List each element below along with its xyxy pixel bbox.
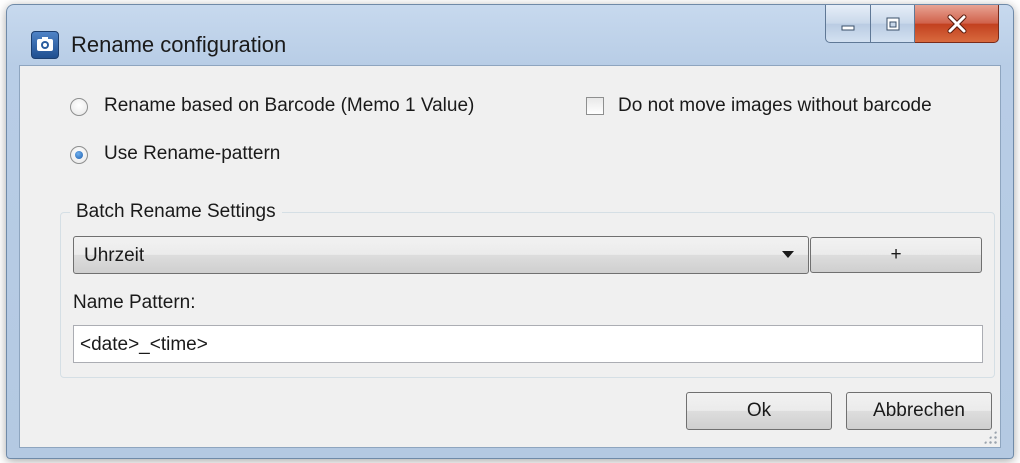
name-pattern-input[interactable]: <date>_<time> xyxy=(73,325,983,363)
dialog-client-area: Rename based on Barcode (Memo 1 Value) D… xyxy=(19,65,1001,448)
preset-dropdown[interactable]: Uhrzeit xyxy=(73,236,809,274)
maximize-button[interactable] xyxy=(871,5,915,43)
no-move-checkbox[interactable] xyxy=(586,97,604,115)
use-pattern-radio[interactable] xyxy=(70,146,88,164)
cancel-button[interactable]: Abbrechen xyxy=(846,392,992,430)
rename-barcode-radio[interactable] xyxy=(70,98,88,116)
no-move-label[interactable]: Do not move images without barcode xyxy=(618,95,932,117)
title-bar[interactable]: Rename configuration xyxy=(7,5,1013,65)
use-pattern-label[interactable]: Use Rename-pattern xyxy=(104,143,280,165)
caption-buttons xyxy=(825,5,999,45)
window-title: Rename configuration xyxy=(71,32,287,57)
rename-barcode-label[interactable]: Rename based on Barcode (Memo 1 Value) xyxy=(104,95,474,117)
minimize-icon xyxy=(841,25,855,30)
close-icon xyxy=(947,14,966,33)
app-icon[interactable] xyxy=(31,31,59,59)
preset-dropdown-value: Uhrzeit xyxy=(84,245,145,266)
add-preset-button[interactable]: + xyxy=(810,237,982,273)
dialog-window: Rename configuration Rename based on Bar… xyxy=(6,4,1014,459)
name-pattern-value: <date>_<time> xyxy=(80,334,208,355)
name-pattern-label: Name Pattern: xyxy=(73,292,196,313)
minimize-button[interactable] xyxy=(825,5,871,43)
maximize-icon xyxy=(886,17,899,30)
close-button[interactable] xyxy=(915,5,999,43)
dropdown-arrow-icon xyxy=(782,251,794,258)
ok-button[interactable]: Ok xyxy=(686,392,832,430)
resize-grip-icon[interactable] xyxy=(983,430,997,444)
batch-rename-group-title: Batch Rename Settings xyxy=(70,201,282,223)
